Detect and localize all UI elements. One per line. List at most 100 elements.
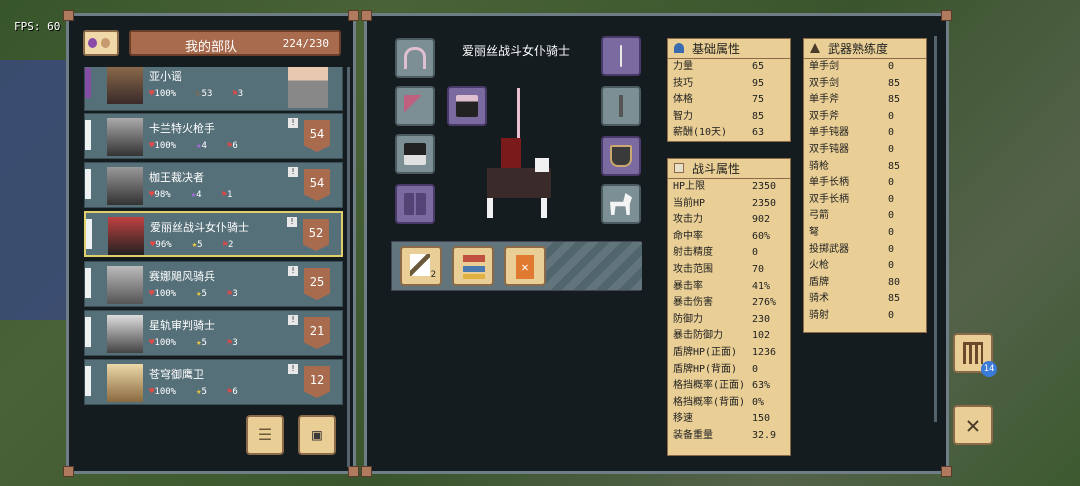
hp-value: 100% bbox=[154, 338, 177, 348]
attribute-value: 41% bbox=[752, 280, 771, 292]
list-item[interactable]: 赛娜飓风骑兵 ♥100% ★5 ⚑3 ! 25 bbox=[84, 261, 343, 307]
stat-value: 5 bbox=[201, 289, 207, 299]
attribute-value: 0% bbox=[752, 396, 765, 408]
list-item-selected[interactable]: 爱丽丝战斗女仆骑士 ♥96% ★5 ⚑2 ! 52 bbox=[84, 211, 343, 257]
star-icon: ★ bbox=[196, 387, 202, 397]
star-icon: ★ bbox=[196, 338, 202, 348]
list-item[interactable]: 苍穹御鹰卫 ♥100% ★5 ⚑6 ! 12 bbox=[84, 359, 343, 405]
shield-slot[interactable] bbox=[601, 136, 641, 176]
unit-stats: ♥100% ★4 ⚑6 bbox=[149, 141, 258, 151]
attribute-value: 85 bbox=[888, 293, 901, 305]
alert-icon: ! bbox=[288, 167, 298, 177]
mount-slot[interactable] bbox=[601, 184, 641, 224]
attribute-value: 85 bbox=[888, 77, 901, 89]
panel-corner bbox=[361, 10, 372, 21]
unit-name: 苍穹御鹰卫 bbox=[149, 368, 204, 381]
attribute-row: HP上限 2350 bbox=[668, 179, 790, 196]
unit-sprite-icon bbox=[108, 217, 144, 255]
party-filter-button[interactable] bbox=[83, 30, 119, 56]
attribute-label: 攻击范围 bbox=[673, 263, 713, 275]
weapon-slot[interactable] bbox=[395, 86, 435, 126]
attribute-label: 投掷武器 bbox=[809, 243, 849, 255]
level-badge: 52 bbox=[303, 219, 329, 251]
attribute-value: 0 bbox=[888, 309, 895, 321]
attribute-row: 格挡概率(正面) 63% bbox=[668, 378, 790, 395]
attribute-row: 命中率 60% bbox=[668, 229, 790, 246]
unit-sprite-icon bbox=[107, 315, 143, 353]
attribute-row: 技巧 95 bbox=[668, 76, 790, 93]
close-button[interactable]: ✕ bbox=[953, 405, 993, 445]
unit-sprite-icon bbox=[107, 118, 143, 156]
attribute-label: 双手斧 bbox=[809, 110, 839, 122]
attribute-value: 0 bbox=[888, 226, 895, 238]
attribute-label: 盾牌 bbox=[809, 276, 829, 288]
attribute-row: 盾牌HP(背面) 0 bbox=[668, 362, 790, 379]
attribute-row: 盾牌 80 bbox=[804, 275, 926, 292]
rarity-strip bbox=[85, 68, 91, 98]
armor-slot[interactable] bbox=[395, 134, 435, 174]
attribute-label: 火枪 bbox=[809, 260, 829, 272]
alert-icon: ! bbox=[287, 217, 297, 227]
attribute-row: 暴击伤害 276% bbox=[668, 295, 790, 312]
attribute-row: 双手剑 85 bbox=[804, 76, 926, 93]
attribute-label: 弓箭 bbox=[809, 210, 829, 222]
stripe-decor bbox=[542, 242, 642, 290]
attribute-label: 双手剑 bbox=[809, 77, 839, 89]
level-badge: 25 bbox=[304, 268, 330, 300]
attribute-row: 骑枪 85 bbox=[804, 159, 926, 176]
attribute-value: 0 bbox=[888, 260, 895, 272]
book-button[interactable]: ▣ bbox=[298, 415, 336, 455]
attribute-value: 75 bbox=[752, 94, 765, 106]
alert-icon: ! bbox=[288, 315, 298, 325]
attribute-value: 65 bbox=[752, 61, 765, 72]
upgrade-button[interactable]: 2 bbox=[400, 246, 442, 286]
scrollbar[interactable] bbox=[347, 67, 350, 467]
attribute-row: 格挡概率(背面) 0% bbox=[668, 395, 790, 412]
gate-icon bbox=[963, 342, 983, 364]
attribute-row: 体格 75 bbox=[668, 92, 790, 109]
lance-slot[interactable] bbox=[601, 36, 641, 76]
attribute-row: 装备重量 32.9 bbox=[668, 428, 790, 445]
boots-slot[interactable] bbox=[395, 184, 435, 224]
dismiss-button[interactable]: ✕ bbox=[504, 246, 546, 286]
level-badge: 54 bbox=[304, 120, 330, 152]
attribute-value: 63% bbox=[752, 380, 771, 392]
attribute-label: 装备重量 bbox=[673, 429, 713, 441]
skill-tree-button[interactable] bbox=[452, 246, 494, 286]
attribute-label: 薪酬(10天) bbox=[673, 127, 728, 139]
alert-icon: ! bbox=[288, 364, 298, 374]
stat-value: 3 bbox=[232, 338, 238, 348]
panel-corner bbox=[348, 466, 359, 477]
sort-button[interactable]: ☰ bbox=[246, 415, 284, 455]
axe-slot[interactable] bbox=[601, 86, 641, 126]
attribute-label: 智力 bbox=[673, 110, 693, 122]
attribute-value: 70 bbox=[752, 263, 765, 275]
list-item[interactable]: 卡兰特火枪手 ♥100% ★4 ⚑6 ! 54 bbox=[84, 113, 343, 159]
attribute-label: 防御力 bbox=[673, 313, 703, 325]
hp-value: 100% bbox=[154, 289, 177, 299]
attribute-label: 单手钝器 bbox=[809, 127, 849, 139]
list-item[interactable]: 枷王裁决者 ♥98% ★4 ⚑1 ! 54 bbox=[84, 162, 343, 208]
panel-corner bbox=[63, 10, 74, 21]
list-item[interactable]: 亚小谣 ♥100% ∟53 ⚑3 bbox=[84, 67, 343, 111]
troop-header: 我的部队 224/230 bbox=[129, 30, 341, 56]
scrollbar[interactable] bbox=[934, 36, 937, 422]
panel-corner bbox=[63, 466, 74, 477]
attribute-value: 80 bbox=[888, 276, 901, 288]
sort-icon: ☰ bbox=[257, 425, 273, 444]
attribute-label: 格挡概率(正面) bbox=[673, 380, 746, 392]
attribute-label: 格挡概率(背面) bbox=[673, 396, 746, 408]
trash-icon: ✕ bbox=[516, 255, 534, 279]
fist-icon bbox=[674, 163, 684, 173]
unit-name: 星轨审判骑士 bbox=[149, 319, 215, 332]
basic-attributes-card: 基础属性 力量 65 技巧 95 体格 75 智力 85 薪酬(10天) 63 bbox=[667, 38, 791, 142]
attribute-row: 骑射 0 bbox=[804, 308, 926, 325]
helmet-slot[interactable] bbox=[395, 38, 435, 78]
list-item[interactable]: 星轨审判骑士 ♥100% ★5 ⚑3 ! 21 bbox=[84, 310, 343, 356]
unit-stats: ♥100% ∟53 ⚑3 bbox=[149, 89, 263, 99]
barracks-button[interactable]: 14 bbox=[953, 333, 997, 377]
attribute-value: 0 bbox=[888, 110, 895, 122]
attribute-row: 单手剑 0 bbox=[804, 59, 926, 76]
attribute-value: 85 bbox=[752, 110, 765, 122]
level-badge: 21 bbox=[304, 317, 330, 349]
